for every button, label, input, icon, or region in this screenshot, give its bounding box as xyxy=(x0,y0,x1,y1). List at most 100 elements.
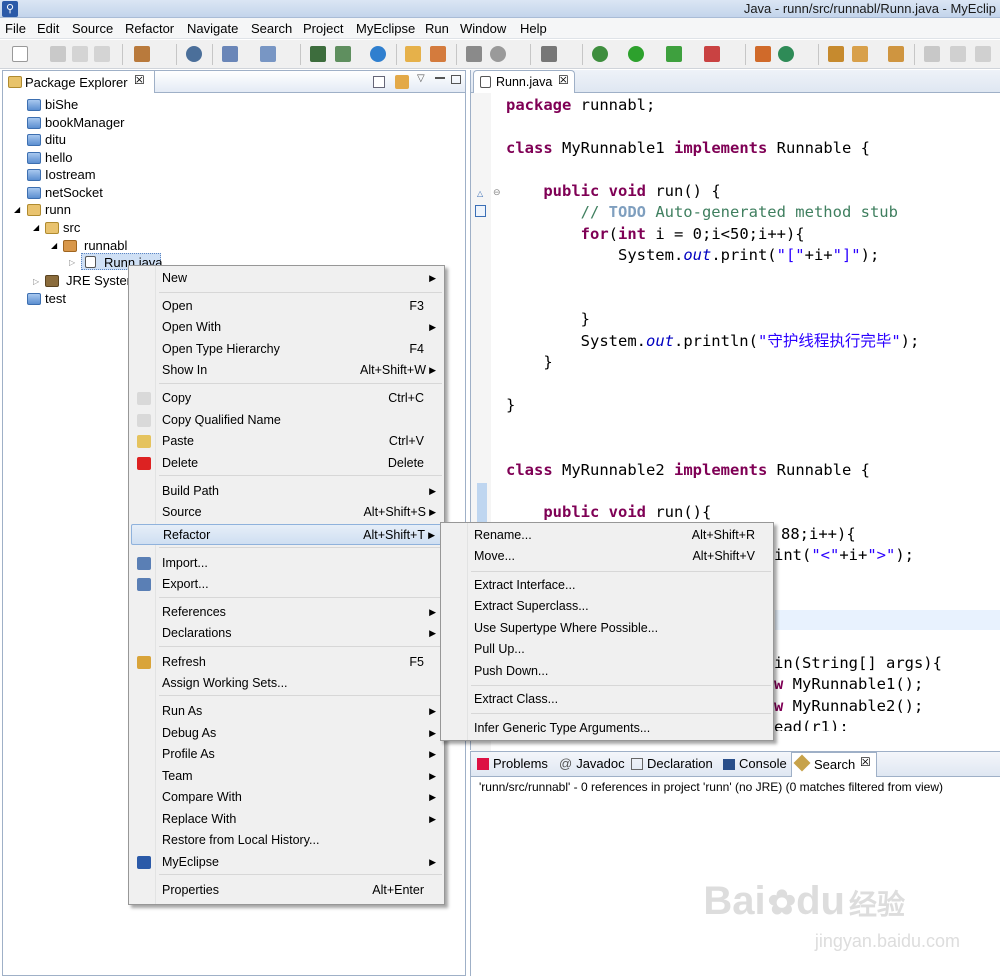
open-type-icon[interactable] xyxy=(260,46,276,62)
editor-tab-runn-java[interactable]: Runn.java ☒ xyxy=(473,70,575,93)
menu-item-myeclipse[interactable]: MyEclipse ▶ xyxy=(131,852,442,873)
server-icon[interactable] xyxy=(186,46,202,62)
submenu-item-extract-interface[interactable]: Extract Interface... xyxy=(443,575,771,596)
menu-item-open-type-hierarchy[interactable]: Open Type Hierarchy F4 xyxy=(131,339,442,360)
save-all-icon[interactable] xyxy=(72,46,88,62)
menu-help[interactable]: Help xyxy=(520,21,547,36)
collapse-all-icon[interactable] xyxy=(373,76,385,88)
submenu-item-use-supertype-where-possible[interactable]: Use Supertype Where Possible... xyxy=(443,618,771,639)
submenu-item-push-down[interactable]: Push Down... xyxy=(443,661,771,682)
menu-item-team[interactable]: Team ▶ xyxy=(131,766,442,787)
menu-file[interactable]: File xyxy=(5,21,26,36)
menu-item-source[interactable]: Source Alt+Shift+S ▶ xyxy=(131,502,442,523)
open-folder-icon[interactable] xyxy=(405,46,421,62)
menu-item-refresh[interactable]: Refresh F5 xyxy=(131,652,442,673)
menu-window[interactable]: Window xyxy=(460,21,506,36)
menu-item-debug-as[interactable]: Debug As ▶ xyxy=(131,723,442,744)
menu-item-assign-working-sets[interactable]: Assign Working Sets... xyxy=(131,673,442,694)
run-icon[interactable] xyxy=(628,46,644,62)
menu-refactor[interactable]: Refactor xyxy=(125,21,174,36)
external-tools-icon[interactable] xyxy=(704,46,720,62)
menu-item-restore-from-local-history[interactable]: Restore from Local History... xyxy=(131,830,442,851)
menu-item-copy-qualified-name[interactable]: Copy Qualified Name xyxy=(131,410,442,431)
menu-item-profile-as[interactable]: Profile As ▶ xyxy=(131,744,442,765)
save-icon[interactable] xyxy=(50,46,66,62)
menu-item-compare-with[interactable]: Compare With ▶ xyxy=(131,787,442,808)
menu-item-copy[interactable]: Copy Ctrl+C xyxy=(131,388,442,409)
close-icon[interactable]: ☒ xyxy=(558,73,569,87)
menu-search[interactable]: Search xyxy=(251,21,292,36)
settings-icon[interactable] xyxy=(466,46,482,62)
deploy-icon[interactable] xyxy=(134,46,150,62)
menu-project[interactable]: Project xyxy=(303,21,343,36)
close-icon[interactable]: ☒ xyxy=(860,755,871,769)
debug-icon[interactable] xyxy=(592,46,608,62)
menu-run[interactable]: Run xyxy=(425,21,449,36)
package-explorer-tab[interactable]: Package Explorer ☒ xyxy=(3,71,155,93)
expand-runn-icon[interactable]: ◢ xyxy=(14,205,20,214)
submenu-item-rename[interactable]: Rename... Alt+Shift+R xyxy=(443,525,771,546)
import-icon[interactable] xyxy=(430,46,446,62)
camera-icon[interactable] xyxy=(541,46,557,62)
myeclipse-app-icon[interactable]: ⚲ xyxy=(2,1,18,17)
print-icon[interactable] xyxy=(94,46,110,62)
expand-file-icon[interactable]: ▷ xyxy=(69,258,75,267)
expand-src-icon[interactable]: ◢ xyxy=(33,223,39,232)
menu-item-show-in[interactable]: Show In Alt+Shift+W ▶ xyxy=(131,360,442,381)
menu-item-properties[interactable]: Properties Alt+Enter xyxy=(131,880,442,901)
new-web-icon[interactable] xyxy=(335,46,351,62)
new-server-icon[interactable] xyxy=(310,46,326,62)
refresh-icon[interactable] xyxy=(778,46,794,62)
menu-item-refactor[interactable]: Refactor Alt+Shift+T ▶ xyxy=(131,524,442,545)
pin-icon[interactable] xyxy=(924,46,940,62)
back-icon[interactable] xyxy=(950,46,966,62)
folder-open-icon[interactable] xyxy=(828,46,844,62)
menu-item-new[interactable]: New ▶ xyxy=(131,268,442,289)
menu-item-open-with[interactable]: Open With ▶ xyxy=(131,317,442,338)
menu-source[interactable]: Source xyxy=(72,21,113,36)
menu-item-run-as[interactable]: Run As ▶ xyxy=(131,701,442,722)
minimize-icon[interactable] xyxy=(435,77,445,79)
maximize-icon[interactable] xyxy=(451,75,461,84)
main-toolbar xyxy=(0,40,1000,69)
expand-runnabl-icon[interactable]: ◢ xyxy=(51,241,57,250)
tab-console[interactable]: Console xyxy=(723,756,787,771)
menu-item-build-path[interactable]: Build Path ▶ xyxy=(131,481,442,502)
wizard-icon[interactable] xyxy=(222,46,238,62)
menu-edit[interactable]: Edit xyxy=(37,21,59,36)
fold-icon[interactable]: ⊖ xyxy=(493,188,501,198)
forward-icon[interactable] xyxy=(975,46,991,62)
menu-item-open[interactable]: Open F3 xyxy=(131,296,442,317)
gear-icon[interactable] xyxy=(490,46,506,62)
package-icon[interactable] xyxy=(755,46,771,62)
menu-item-export[interactable]: Export... xyxy=(131,574,442,595)
submenu-item-move[interactable]: Move... Alt+Shift+V xyxy=(443,546,771,567)
close-icon[interactable]: ☒ xyxy=(134,73,145,87)
tab-search[interactable]: Search ☒ xyxy=(791,752,877,777)
shortcut-label: F4 xyxy=(409,342,424,356)
tab-declaration[interactable]: Declaration xyxy=(631,756,713,771)
submenu-item-extract-class[interactable]: Extract Class... xyxy=(443,689,771,710)
menu-item-delete[interactable]: Delete Delete xyxy=(131,453,442,474)
tab-problems[interactable]: Problems xyxy=(477,756,548,771)
link-editor-icon[interactable] xyxy=(395,75,409,89)
menu-item-paste[interactable]: Paste Ctrl+V xyxy=(131,431,442,452)
submenu-item-extract-superclass[interactable]: Extract Superclass... xyxy=(443,596,771,617)
coverage-icon[interactable] xyxy=(666,46,682,62)
tab-javadoc[interactable]: @ Javadoc xyxy=(559,756,625,771)
menu-navigate[interactable]: Navigate xyxy=(187,21,238,36)
submenu-item-infer-generic-type-arguments[interactable]: Infer Generic Type Arguments... xyxy=(443,718,771,739)
menu-item-declarations[interactable]: Declarations ▶ xyxy=(131,623,442,644)
submenu-item-pull-up[interactable]: Pull Up... xyxy=(443,639,771,660)
paw-icon: ✿ xyxy=(767,884,797,922)
menu-myeclipse[interactable]: MyEclipse xyxy=(356,21,415,36)
pen-icon[interactable] xyxy=(852,46,868,62)
expand-jre-icon[interactable]: ▷ xyxy=(33,277,39,286)
menu-item-import[interactable]: Import... xyxy=(131,553,442,574)
menu-item-references[interactable]: References ▶ xyxy=(131,602,442,623)
browser-icon[interactable] xyxy=(370,46,386,62)
menu-item-replace-with[interactable]: Replace With ▶ xyxy=(131,809,442,830)
view-menu-icon[interactable]: ▽ xyxy=(417,73,425,84)
new-icon[interactable] xyxy=(12,46,28,62)
jar-icon[interactable] xyxy=(888,46,904,62)
